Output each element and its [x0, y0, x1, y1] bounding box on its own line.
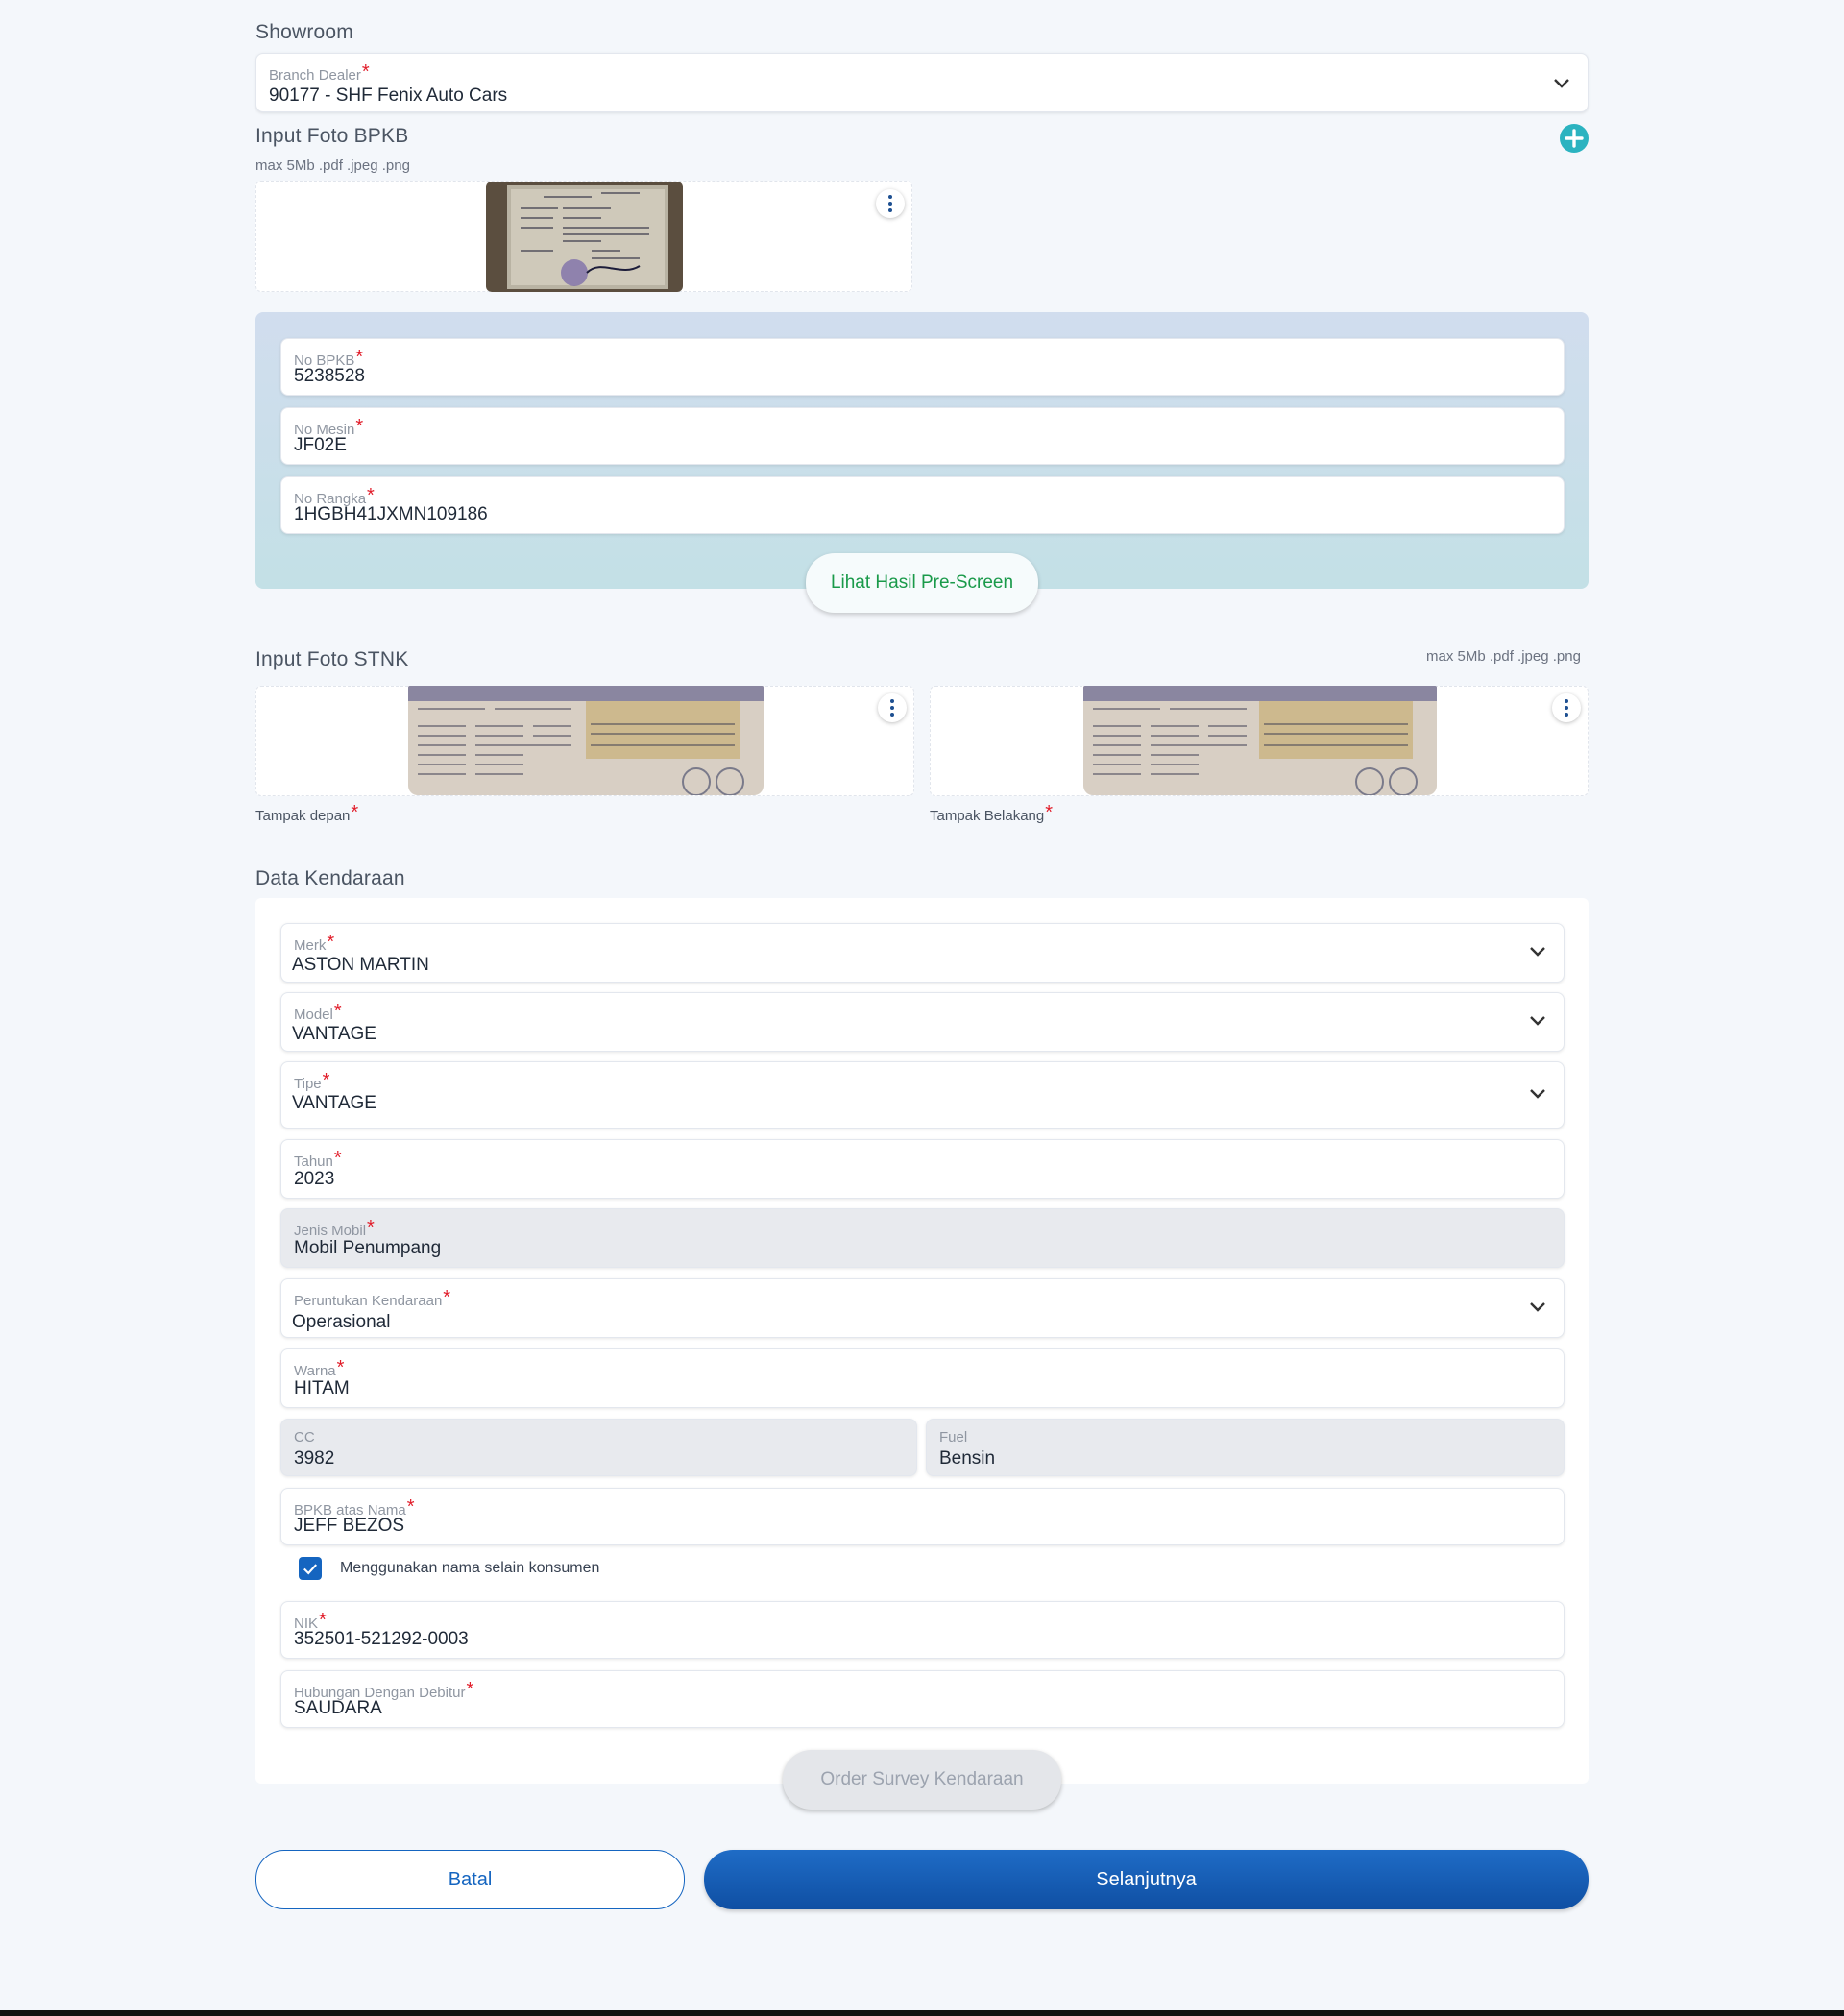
fuel-field: Fuel Bensin [926, 1419, 1565, 1476]
stnk-front-label: Tampak depan* [255, 802, 359, 824]
other-name-checkbox[interactable] [299, 1557, 322, 1580]
order-survey-button[interactable]: Order Survey Kendaraan [783, 1750, 1061, 1810]
chevron-down-icon [1529, 1087, 1545, 1101]
no-bpkb-value: 5238528 [294, 366, 365, 386]
jenis-mobil-value: Mobil Penumpang [294, 1238, 442, 1258]
tipe-value: VANTAGE [292, 1093, 376, 1113]
model-select[interactable]: Model* VANTAGE [280, 992, 1565, 1052]
chevron-down-icon [1529, 945, 1545, 959]
no-mesin-value: JF02E [294, 435, 347, 455]
tipe-select[interactable]: Tipe* VANTAGE [280, 1061, 1565, 1129]
peruntukan-value: Operasional [292, 1312, 391, 1332]
stnk-front-kebab-menu-icon[interactable] [878, 693, 907, 722]
branch-dealer-value: 90177 - SHF Fenix Auto Cars [269, 85, 508, 106]
chevron-down-icon [1529, 1300, 1545, 1314]
tahun-field[interactable]: Tahun* 2023 [280, 1139, 1565, 1199]
bpkb-atas-nama-value: JEFF BEZOS [294, 1516, 405, 1536]
next-button[interactable]: Selanjutnya [704, 1850, 1589, 1909]
cc-value: 3982 [294, 1448, 335, 1469]
peruntukan-select[interactable]: Peruntukan Kendaraan* Operasional [280, 1278, 1565, 1338]
no-bpkb-field[interactable]: No BPKB* 5238528 [280, 338, 1565, 396]
bpkb-photo-hint: max 5Mb .pdf .jpeg .png [255, 158, 410, 174]
stnk-front-image [408, 686, 764, 795]
plus-circle-icon[interactable] [1559, 123, 1589, 154]
check-icon [303, 1563, 318, 1574]
stnk-photo-hint: max 5Mb .pdf .jpeg .png [1426, 648, 1581, 665]
tahun-value: 2023 [294, 1169, 335, 1189]
warna-field[interactable]: Warna* HITAM [280, 1348, 1565, 1408]
bpkb-atas-nama-field[interactable]: BPKB atas Nama* JEFF BEZOS [280, 1488, 1565, 1545]
chevron-down-icon [1553, 77, 1569, 90]
warna-value: HITAM [294, 1378, 350, 1398]
bpkb-kebab-menu-icon[interactable] [876, 189, 905, 218]
no-mesin-field[interactable]: No Mesin* JF02E [280, 407, 1565, 465]
nik-field[interactable]: NIK* 352501-521292-0003 [280, 1601, 1565, 1659]
merk-value: ASTON MARTIN [292, 955, 429, 975]
bottom-edge-bar [0, 2010, 1844, 2016]
kendaraan-title: Data Kendaraan [255, 867, 405, 889]
no-rangka-value: 1HGBH41JXMN109186 [294, 504, 488, 524]
branch-dealer-select[interactable]: Branch Dealer* 90177 - SHF Fenix Auto Ca… [255, 53, 1589, 112]
chevron-down-icon [1529, 1014, 1545, 1028]
other-name-checkbox-label: Menggunakan nama selain konsumen [340, 1560, 600, 1576]
stnk-back-label: Tampak Belakang* [930, 802, 1054, 824]
hubungan-value: SAUDARA [294, 1698, 382, 1718]
bpkb-photo-title: Input Foto BPKB [255, 125, 409, 147]
fuel-value: Bensin [939, 1448, 996, 1469]
merk-select[interactable]: Merk* ASTON MARTIN [280, 923, 1565, 983]
jenis-mobil-field: Jenis Mobil* Mobil Penumpang [280, 1208, 1565, 1268]
cancel-button[interactable]: Batal [255, 1850, 685, 1909]
branch-dealer-label: Branch Dealer* [269, 61, 370, 84]
cc-field: CC 3982 [280, 1419, 917, 1476]
stnk-back-kebab-menu-icon[interactable] [1552, 693, 1581, 722]
hubungan-field[interactable]: Hubungan Dengan Debitur* SAUDARA [280, 1670, 1565, 1728]
stnk-photo-title: Input Foto STNK [255, 648, 409, 670]
model-value: VANTAGE [292, 1024, 376, 1044]
nik-value: 352501-521292-0003 [294, 1629, 469, 1649]
stnk-back-image [1083, 686, 1437, 795]
prescreen-button[interactable]: Lihat Hasil Pre-Screen [806, 553, 1038, 613]
no-rangka-field[interactable]: No Rangka* 1HGBH41JXMN109186 [280, 476, 1565, 534]
showroom-title: Showroom [255, 21, 353, 43]
bpkb-document-image [486, 182, 683, 292]
